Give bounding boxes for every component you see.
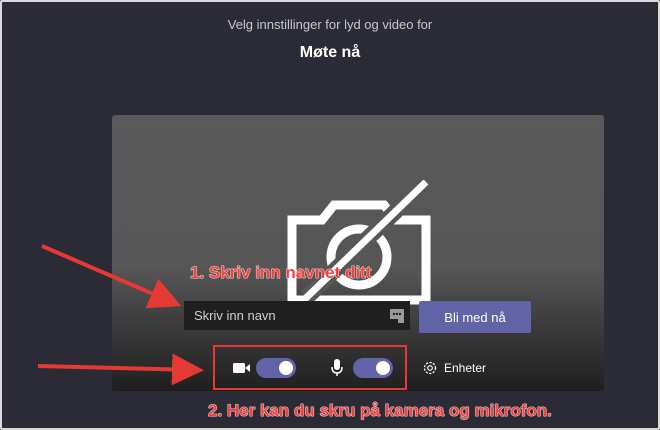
input-menu-icon[interactable] <box>389 308 405 324</box>
join-now-button[interactable]: Bli med nå <box>419 301 531 333</box>
annotation-step-1: 1. Skriv inn navnet ditt <box>190 263 372 283</box>
controls-highlight-box <box>213 345 407 390</box>
annotation-step-2: 2. Her kan du skru på kamera og mikrofon… <box>208 401 552 421</box>
prejoin-subtitle: Velg innstillinger for lyd og video for <box>227 17 433 32</box>
meeting-title: Møte nå <box>299 44 361 61</box>
devices-button[interactable]: Enheter <box>444 361 486 375</box>
name-input[interactable] <box>184 301 410 331</box>
camera-off-icon <box>287 180 432 305</box>
gear-icon <box>423 361 437 375</box>
